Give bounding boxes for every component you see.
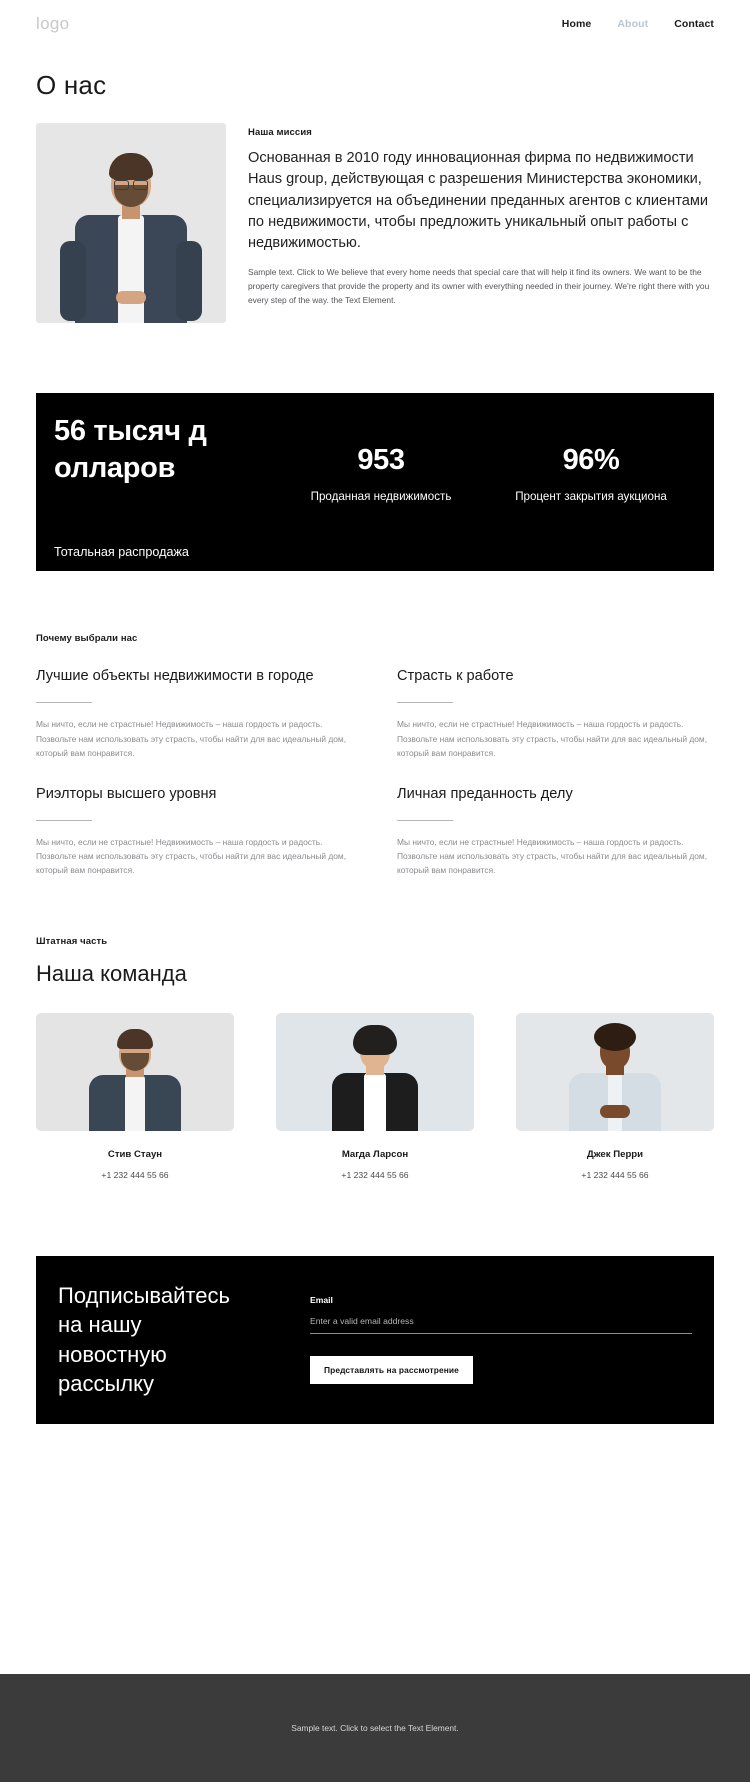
stat-primary-label: Тотальная распродажа [54,545,189,559]
email-field-label: Email [310,1295,333,1305]
mission-lead-text: Основанная в 2010 году инновационная фир… [248,150,709,252]
stat-label: Процент закрытия аукциона [515,489,667,503]
why-section: Почему выбрали нас Лучшие объекты недвиж… [0,571,750,878]
nav-link-about[interactable]: About [617,18,648,30]
newsletter-submit-button[interactable]: Представлять на рассмотрение [310,1356,473,1384]
newsletter-title-line-4: рассылку [58,1370,154,1396]
why-eyebrow: Почему выбрали нас [36,633,138,644]
why-item: Страсть к работе Мы ничто, если не страс… [397,664,714,760]
why-item-title: Риэлторы высшего уровня [36,785,217,802]
divider-line [397,702,453,704]
about-copy: Наша миссия Основанная в 2010 году иннов… [248,123,714,307]
stat-label: Проданная недвижимость [310,489,452,503]
site-logo[interactable]: logo [36,14,69,34]
email-input[interactable] [310,1316,692,1334]
divider-line [397,820,453,822]
team-member-photo [36,1012,234,1131]
footer-text: Sample text. Click to select the Text El… [291,1723,459,1733]
site-header: logo Home About Contact [0,0,750,48]
why-item-title: Страсть к работе [397,668,514,684]
why-item: Риэлторы высшего уровня Мы ничто, если н… [36,782,353,878]
team-section: Штатная часть Наша команда Стив Стаун +1… [0,878,750,1180]
page-title-wrap: О нас [0,48,750,101]
team-member-card[interactable]: Джек Перри +1 232 444 55 66 [516,1012,714,1180]
mission-sample-text: Sample text. Click to We believe that ev… [248,267,710,305]
about-eyebrow: Наша миссия [248,127,312,138]
divider-line [36,702,92,704]
team-member-name: Джек Перри [586,1148,644,1160]
stat-item-sold: 953 Проданная недвижимость [276,407,486,557]
stat-value: 96% [562,444,620,476]
why-item-text: Мы ничто, если не страстные! Недвижимост… [397,837,708,876]
stat-primary: 56 тысяч долларов Тотальная распродажа [54,407,276,559]
team-member-phone[interactable]: +1 232 444 55 66 [276,1170,474,1180]
why-item-text: Мы ничто, если не страстные! Недвижимост… [36,837,347,876]
team-member-photo [276,1012,474,1131]
newsletter-title-line-3: новостную [58,1341,167,1367]
team-member-name: Магда Ларсон [341,1148,409,1160]
why-item-title: Личная преданность делу [397,785,573,802]
why-item-text: Мы ничто, если не страстные! Недвижимост… [397,719,708,758]
why-item: Личная преданность делу Мы ничто, если н… [397,782,714,878]
team-member-phone[interactable]: +1 232 444 55 66 [516,1170,714,1180]
why-item-title: Лучшие объекты недвижимости в городе [36,668,314,684]
stat-primary-value: 56 тысяч долларов [54,415,207,485]
team-member-name: Стив Стаун [107,1148,163,1160]
why-grid: Лучшие объекты недвижимости в городе Мы … [36,664,714,878]
newsletter-title-line-1: Подписывайтесь [58,1282,230,1308]
why-item: Лучшие объекты недвижимости в городе Мы … [36,664,353,760]
stat-value: 953 [357,444,405,476]
newsletter-form: Email Представлять на рассмотрение [288,1295,692,1384]
why-item-text: Мы ничто, если не страстные! Недвижимост… [36,719,347,758]
newsletter-title: Подписывайтесь на нашу новостную рассылк… [58,1281,288,1399]
page-title: О нас [36,70,107,100]
nav-link-contact[interactable]: Contact [674,18,714,30]
about-photo [36,123,226,323]
site-footer: Sample text. Click to select the Text El… [0,1674,750,1782]
stats-band: 56 тысяч долларов Тотальная распродажа 9… [36,393,714,571]
team-title: Наша команда [36,960,187,986]
nav-link-home[interactable]: Home [562,18,592,30]
stat-item-auction: 96% Процент закрытия аукциона [486,407,696,557]
team-eyebrow: Штатная часть [36,935,108,947]
main-navigation: Home About Contact [562,18,714,30]
newsletter-section: Подписывайтесь на нашу новостную рассылк… [36,1255,714,1424]
team-member-card[interactable]: Стив Стаун +1 232 444 55 66 [36,1012,234,1180]
team-member-card[interactable]: Магда Ларсон +1 232 444 55 66 [276,1012,474,1180]
newsletter-title-line-2: на нашу [58,1312,142,1338]
team-member-phone[interactable]: +1 232 444 55 66 [36,1170,234,1180]
team-member-photo [516,1012,714,1131]
divider-line [36,820,92,822]
team-grid: Стив Стаун +1 232 444 55 66 Магда Ларсон… [36,1012,714,1180]
about-section: Наша миссия Основанная в 2010 году иннов… [0,101,750,323]
